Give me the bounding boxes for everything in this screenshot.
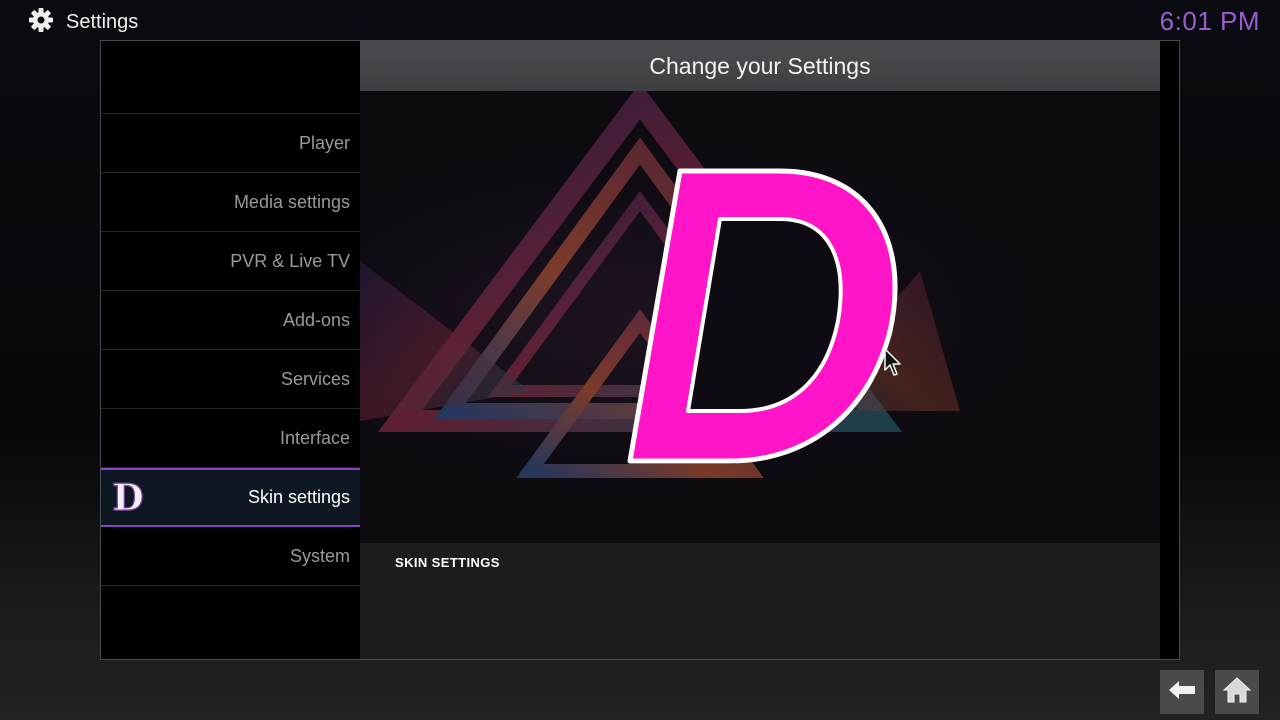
top-bar: Settings 6:01 PM [0,0,1280,40]
sidebar-item-label: PVR & Live TV [230,250,350,271]
home-button[interactable] [1215,670,1259,714]
sidebar-item-add-ons[interactable]: Add-ons [101,291,360,350]
sidebar-item-label: Interface [279,427,350,448]
sidebar-item-pvr-live-tv[interactable]: PVR & Live TV [101,232,360,291]
sidebar-item-media-settings[interactable]: Media settings [101,173,360,232]
content-header: Change your Settings [360,41,1160,91]
sidebar-item-interface[interactable]: Interface [101,409,360,468]
description-panel: SKIN SETTINGS [360,543,1160,659]
settings-sidebar: Player Media settings PVR & Live TV Add-… [101,41,360,659]
sidebar-item-label: Skin settings [247,487,350,507]
back-arrow-icon [1167,679,1197,706]
home-icon [1222,676,1252,709]
sidebar-item-system[interactable]: System [101,527,360,586]
skin-preview-art [360,91,1160,543]
sidebar-item-label: Add-ons [282,309,350,330]
clock: 6:01 PM [1159,6,1260,36]
description-title: SKIN SETTINGS [395,555,500,570]
sidebar-spacer [101,41,360,114]
skin-logo-d-icon [627,168,898,464]
sidebar-item-label: System [289,545,350,566]
sidebar-item-skin-settings[interactable]: D D Skin settings [101,468,360,527]
app-title: Settings [28,7,138,38]
sidebar-item-label: Player [298,132,350,153]
settings-window: Player Media settings PVR & Live TV Add-… [100,40,1180,660]
sidebar-item-label: Services [280,368,350,389]
sidebar-item-services[interactable]: Services [101,350,360,409]
back-button[interactable] [1160,670,1204,714]
gear-icon[interactable] [28,7,54,38]
mouse-cursor-icon [884,348,904,383]
svg-text:D: D [112,477,143,518]
content-panel: Change your Settings SKIN SETTINGS [360,41,1160,659]
skin-d-logo-icon: D D [107,476,149,519]
sidebar-item-label: Media settings [233,191,350,212]
page-title: Settings [66,11,139,33]
sidebar-item-player[interactable]: Player [101,114,360,173]
